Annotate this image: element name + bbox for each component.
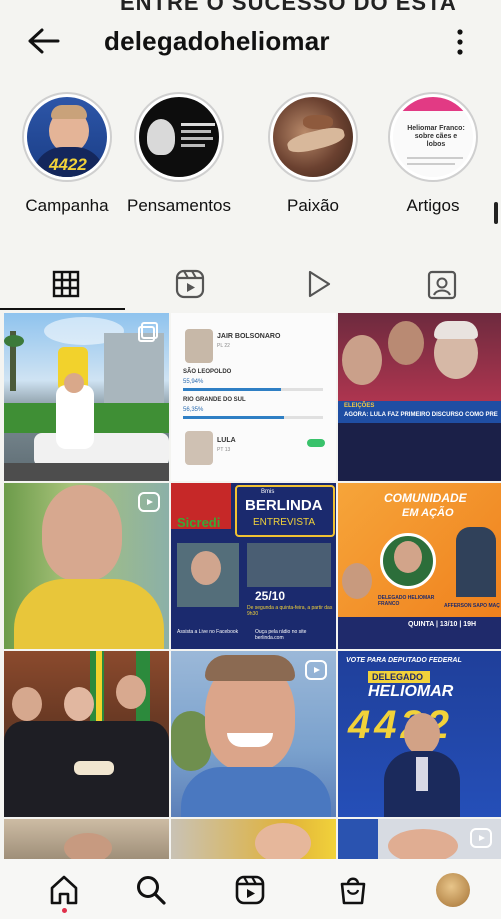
- post-smiling-video[interactable]: [171, 651, 336, 817]
- grid-icon[interactable]: [46, 264, 86, 304]
- comunidade-date: QUINTA | 13/10 | 19H: [408, 621, 477, 628]
- scrolled-header-fragment: ENTRE O SUCESSO DO ESTA: [120, 0, 457, 14]
- posts-grid: JAIR BOLSONARO PL 22 SÃO LEOPOLDO 55,94%…: [0, 313, 501, 859]
- profile-avatar[interactable]: [436, 873, 470, 907]
- comunidade-guest-1: DELEGADO HELIOMAR FRANCO: [378, 595, 435, 607]
- multi-post-icon: [138, 322, 158, 342]
- next-highlight-edge: [494, 202, 498, 224]
- comunidade-title: COMUNIDADE: [384, 491, 467, 505]
- story-highlights: 4422 Campanha Pensamentos Paixão Helioma…: [0, 92, 501, 232]
- post-vote-heliomar[interactable]: VOTE PARA DEPUTADO FEDERAL DELEGADO HELI…: [338, 651, 501, 817]
- post-partial-2[interactable]: [171, 819, 336, 859]
- highlight-paixao[interactable]: Paixão: [258, 92, 368, 216]
- poll-city-2: RIO GRANDE DO SUL: [183, 397, 246, 403]
- highlight-campanha[interactable]: 4422 Campanha: [12, 92, 122, 216]
- reel-icon: [305, 660, 327, 680]
- artigos-title: Heliomar Franco: sobre cães e lobos: [407, 125, 465, 148]
- reels-tab-icon[interactable]: [170, 264, 210, 304]
- post-group-photo[interactable]: [4, 651, 169, 817]
- post-selfie-video[interactable]: [4, 483, 169, 649]
- video-tab-icon[interactable]: [298, 264, 338, 304]
- post-comunidade-em-acao[interactable]: COMUNIDADE EM AÇÃO DELEGADO HELIOMAR FRA…: [338, 483, 501, 649]
- profile-header: delegadoheliomar: [0, 14, 501, 70]
- berlinda-radio: Ouça pela rádio no site berlinda.com: [255, 629, 307, 641]
- reels-nav-icon[interactable]: [233, 873, 267, 907]
- vote-name: HELIOMAR: [368, 683, 454, 700]
- poll-pct-1: 55,94%: [183, 379, 204, 385]
- berlinda-facebook: Assista a Live no Facebook: [177, 629, 239, 635]
- highlight-label: Pensamentos: [127, 196, 231, 215]
- poll-city-1: SÃO LEOPOLDO: [183, 369, 232, 375]
- berlinda-title: BERLINDA: [245, 497, 323, 514]
- reel-icon: [470, 828, 492, 848]
- poll-party-1: PL 22: [217, 343, 230, 349]
- campanha-badge: 4422: [49, 155, 87, 174]
- post-rally-crowd[interactable]: [4, 313, 169, 481]
- highlight-label: Campanha: [25, 196, 109, 215]
- highlight-pensamentos[interactable]: Pensamentos: [124, 92, 234, 216]
- post-berlinda-interview[interactable]: Sicredi Bmis BERLINDA ENTREVISTA 25/10 D…: [171, 483, 336, 649]
- profile-tabs: [0, 258, 501, 314]
- more-options-icon[interactable]: [450, 26, 470, 58]
- lula-headline: AGORA: LULA FAZ PRIMEIRO DISCURSO COMO P…: [344, 412, 498, 418]
- berlinda-subtitle: ENTREVISTA: [253, 517, 316, 528]
- back-arrow-icon[interactable]: [26, 26, 62, 56]
- post-election-poll[interactable]: JAIR BOLSONARO PL 22 SÃO LEOPOLDO 55,94%…: [171, 313, 336, 481]
- highlight-artigos[interactable]: Heliomar Franco: sobre cães e lobos Arti…: [378, 92, 488, 216]
- post-lula-speech[interactable]: ELEIÇÕES AGORA: LULA FAZ PRIMEIRO DISCUR…: [338, 313, 501, 481]
- post-partial-3[interactable]: [338, 819, 501, 859]
- poll-party-2: PT 13: [217, 447, 231, 453]
- sicredi-logo: Sicredi: [177, 515, 221, 530]
- home-icon[interactable]: [47, 873, 81, 907]
- reel-icon: [138, 492, 160, 512]
- active-tab-indicator: [0, 308, 125, 310]
- profile-username: delegadoheliomar: [104, 26, 330, 56]
- highlight-label: Paixão: [287, 196, 339, 215]
- search-icon[interactable]: [134, 873, 168, 907]
- home-notification-dot: [62, 908, 67, 913]
- bottom-navigation: [0, 859, 501, 919]
- highlight-label: Artigos: [406, 196, 460, 215]
- comunidade-guest-2: AFFERSON SAPO MAÇ: [444, 603, 500, 609]
- tagged-tab-icon[interactable]: [422, 264, 462, 304]
- post-partial-1[interactable]: [4, 819, 169, 859]
- lula-news-tag: ELEIÇÕES: [344, 403, 375, 409]
- berlinda-schedule: De segunda a quinta-feira, a partir das …: [247, 605, 333, 617]
- berlinda-date: 25/10: [255, 589, 286, 603]
- comunidade-subtitle: EM AÇÃO: [402, 507, 454, 519]
- poll-pct-2: 56,35%: [183, 407, 204, 413]
- shop-icon[interactable]: [336, 873, 370, 907]
- berlinda-small-label: Bmis: [261, 489, 275, 495]
- poll-candidate-1: JAIR BOLSONARO: [217, 333, 281, 340]
- vote-tag: DELEGADO: [372, 672, 424, 682]
- poll-candidate-2: LULA: [217, 437, 236, 444]
- vote-header: VOTE PARA DEPUTADO FEDERAL: [346, 657, 462, 664]
